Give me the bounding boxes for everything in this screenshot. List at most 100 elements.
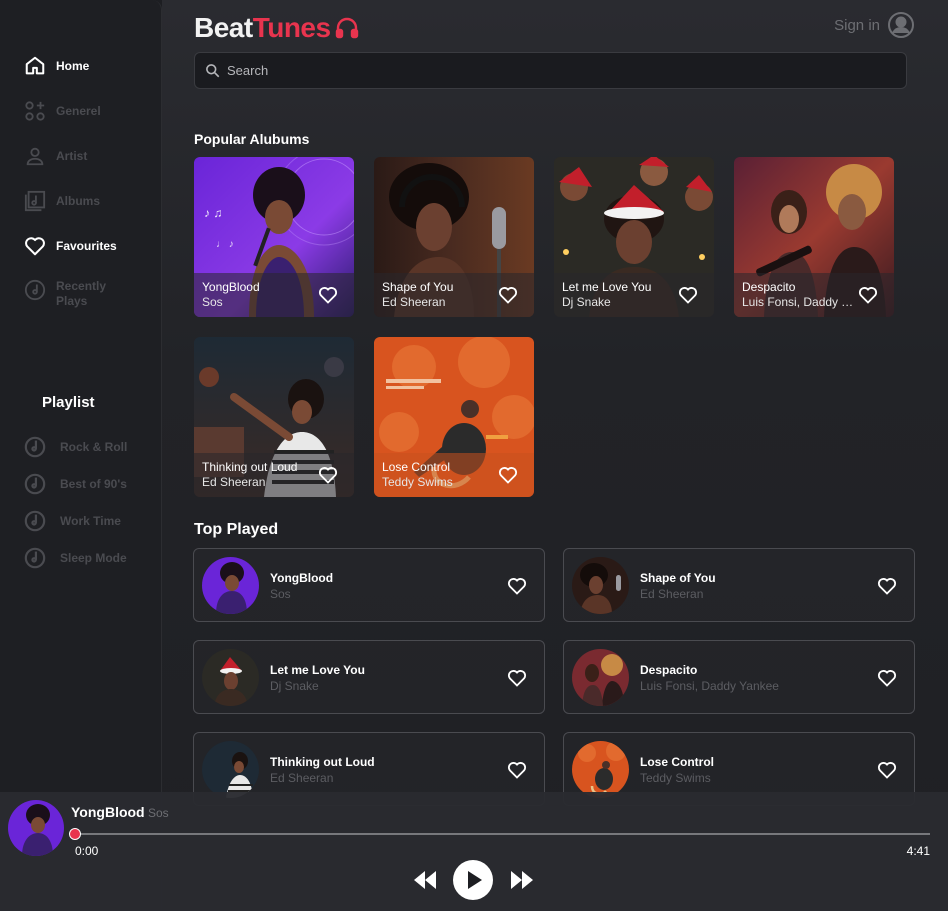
heart-icon xyxy=(24,235,46,257)
search-icon xyxy=(206,64,220,78)
favorite-heart-icon[interactable] xyxy=(507,668,527,688)
progress-handle[interactable] xyxy=(69,828,81,840)
album-card[interactable]: Let me Love You Dj Snake xyxy=(554,157,714,317)
sidebar-item-artist[interactable]: Artist xyxy=(24,145,87,167)
svg-text:♩ ♪: ♩ ♪ xyxy=(216,239,234,250)
duration-time: 4:41 xyxy=(906,844,930,858)
previous-track-button[interactable] xyxy=(412,869,438,891)
sign-in-button[interactable]: Sign in xyxy=(834,12,914,38)
track-artist: Ed Sheeran xyxy=(640,587,704,601)
playlist-item-best-of-90s[interactable]: Best of 90's xyxy=(24,473,127,495)
album-title: Let me Love You xyxy=(562,280,652,294)
sidebar-item-recently-plays[interactable]: Recently Plays xyxy=(24,279,106,309)
sidebar-item-label: Albums xyxy=(56,193,101,208)
track-title: Thinking out Loud xyxy=(270,755,375,769)
album-title: Shape of You xyxy=(382,280,454,294)
track-row[interactable]: Shape of You Ed Sheeran xyxy=(563,548,915,622)
album-icon xyxy=(24,190,46,212)
track-thumbnail xyxy=(202,741,259,798)
playlist-item-sleep-mode[interactable]: Sleep Mode xyxy=(24,547,127,569)
album-card[interactable]: Thinking out Loud Ed Sheeran xyxy=(194,337,354,497)
top-played-heading: Top Played xyxy=(194,521,279,538)
album-artist: Dj Snake xyxy=(562,295,611,309)
playlist-item-work-time[interactable]: Work Time xyxy=(24,510,121,532)
headphones-icon xyxy=(335,17,358,39)
album-card[interactable]: Despacito Luis Fonsi, Daddy Yankee xyxy=(734,157,894,317)
sidebar-item-label: Artist xyxy=(56,148,88,163)
genre-icon xyxy=(24,100,46,122)
progress-bar[interactable] xyxy=(69,828,930,840)
sidebar-item-albums[interactable]: Albums xyxy=(24,190,100,212)
favorite-heart-icon[interactable] xyxy=(507,576,527,596)
favorite-heart-icon[interactable] xyxy=(318,285,338,305)
playlist-item-rock-and-roll[interactable]: Rock & Roll xyxy=(24,436,127,458)
brand-logo[interactable]: Beat Tunes xyxy=(194,12,359,44)
album-artist: Ed Sheeran xyxy=(202,475,266,489)
favorite-heart-icon[interactable] xyxy=(678,285,698,305)
track-title: Let me Love You xyxy=(270,663,365,677)
user-icon xyxy=(24,145,46,167)
sign-in-label: Sign in xyxy=(834,16,880,34)
track-title: Despacito xyxy=(640,663,698,677)
user-avatar-icon xyxy=(888,12,914,38)
now-playing-thumbnail xyxy=(8,800,64,856)
track-thumbnail xyxy=(202,649,259,706)
album-artist: Sos xyxy=(202,295,223,309)
recent-icon xyxy=(24,279,46,301)
search-bar[interactable] xyxy=(194,52,907,89)
track-thumbnail xyxy=(572,557,629,614)
album-title: Thinking out Loud xyxy=(202,460,298,474)
album-title: YongBlood xyxy=(202,280,260,294)
sidebar-item-favourites[interactable]: Favourites xyxy=(24,235,117,257)
favorite-heart-icon[interactable] xyxy=(498,465,518,485)
now-playing-title: YongBlood xyxy=(71,804,145,820)
now-playing-artist: Sos xyxy=(148,806,169,820)
sidebar: Home Generel Artist Albums Favourites Re… xyxy=(0,0,162,911)
disc-icon xyxy=(24,547,46,569)
play-button[interactable] xyxy=(453,860,493,900)
favorite-heart-icon[interactable] xyxy=(507,760,527,780)
favorite-heart-icon[interactable] xyxy=(877,760,897,780)
album-title: Lose Control xyxy=(382,460,451,474)
playlist-item-label: Best of 90's xyxy=(60,477,127,491)
track-artist: Luis Fonsi, Daddy Yankee xyxy=(640,679,779,693)
playlist-item-label: Sleep Mode xyxy=(60,551,127,565)
search-input[interactable] xyxy=(227,63,827,78)
favorite-heart-icon[interactable] xyxy=(877,668,897,688)
sidebar-item-label: Home xyxy=(56,58,90,73)
track-row[interactable]: Let me Love You Dj Snake xyxy=(193,640,545,714)
album-card[interactable]: Shape of You Ed Sheeran xyxy=(374,157,534,317)
disc-icon xyxy=(24,510,46,532)
album-artist: Teddy Swims xyxy=(382,475,453,489)
sidebar-item-home[interactable]: Home xyxy=(24,55,89,77)
track-row[interactable]: Despacito Luis Fonsi, Daddy Yankee xyxy=(563,640,915,714)
favorite-heart-icon[interactable] xyxy=(498,285,518,305)
favorite-heart-icon[interactable] xyxy=(858,285,878,305)
track-title: Shape of You xyxy=(640,571,716,585)
playlist-item-label: Work Time xyxy=(60,514,121,528)
popular-albums-heading: Popular Alubums xyxy=(194,131,310,147)
disc-icon xyxy=(24,473,46,495)
album-artist: Ed Sheeran xyxy=(382,295,446,309)
favorite-heart-icon[interactable] xyxy=(877,576,897,596)
sidebar-item-label: Recently Plays xyxy=(56,279,107,308)
svg-text:♪ ♫: ♪ ♫ xyxy=(204,206,222,220)
current-time: 0:00 xyxy=(75,844,99,858)
player-bar: YongBlood Sos 0:00 4:41 xyxy=(0,792,948,911)
track-title: YongBlood xyxy=(270,571,334,585)
brand-logo-part1: Beat xyxy=(194,12,253,43)
next-track-button[interactable] xyxy=(509,869,535,891)
album-card[interactable]: ♪ ♫ ♩ ♪ YongBlood Sos xyxy=(194,157,354,317)
track-artist: Dj Snake xyxy=(270,679,319,693)
album-artist: Luis Fonsi, Daddy Yankee xyxy=(742,295,854,309)
track-thumbnail xyxy=(572,649,629,706)
main-content: BeatTunes Sign in Popular Alubums ♪ ♫ ♩ … xyxy=(162,0,948,911)
track-row[interactable]: YongBlood Sos xyxy=(193,548,545,622)
disc-icon xyxy=(24,436,46,458)
favorite-heart-icon[interactable] xyxy=(318,465,338,485)
sidebar-item-generel[interactable]: Generel xyxy=(24,100,101,122)
track-thumbnail xyxy=(572,741,629,798)
playlist-item-label: Rock & Roll xyxy=(60,440,128,454)
album-card[interactable]: Lose Control Teddy Swims xyxy=(374,337,534,497)
home-icon xyxy=(24,55,46,77)
